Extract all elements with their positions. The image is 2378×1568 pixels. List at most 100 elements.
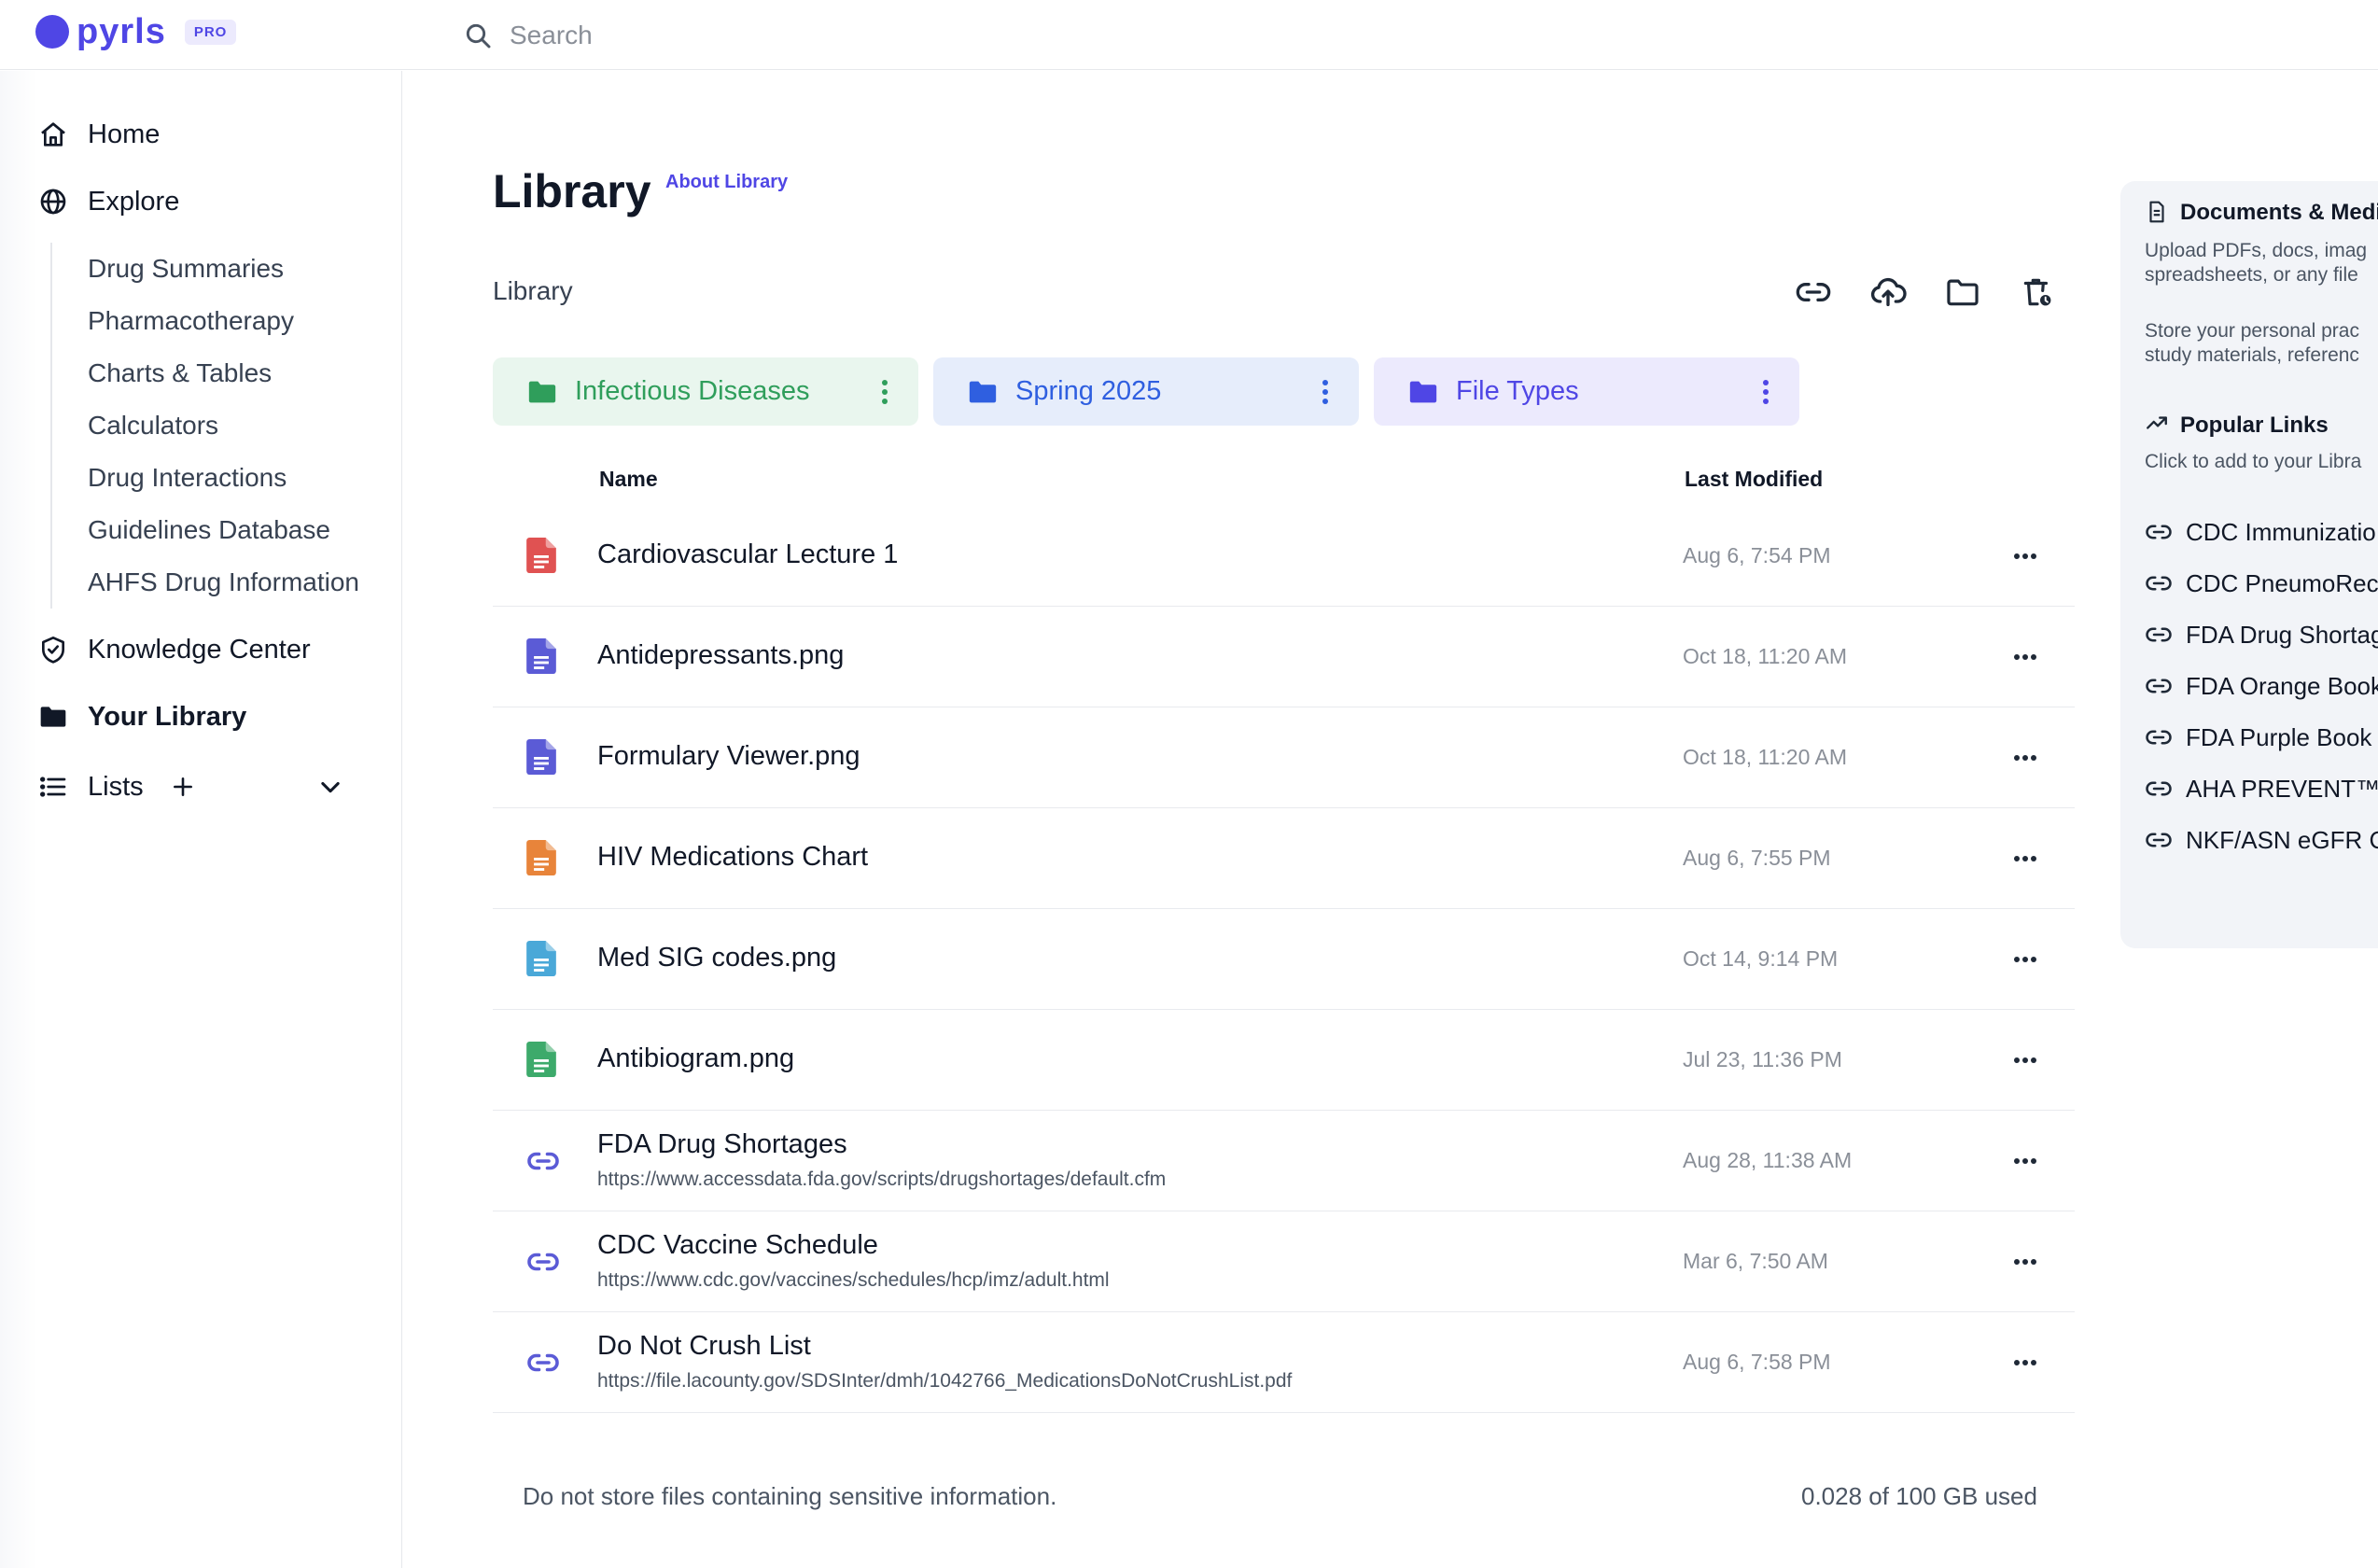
column-header-name[interactable]: Name: [599, 467, 658, 492]
breadcrumb[interactable]: Library: [493, 276, 573, 306]
item-more-button[interactable]: [2005, 536, 2046, 577]
table-row[interactable]: Cardiovascular Lecture 1 Aug 6, 7:54 PM: [493, 506, 2075, 607]
trending-up-icon: [2143, 411, 2171, 435]
more-horizontal-icon: [2014, 1259, 2036, 1265]
item-name[interactable]: HIV Medications Chart: [597, 842, 868, 873]
about-library-link[interactable]: About Library: [665, 172, 788, 193]
table-row[interactable]: HIV Medications Chart Aug 6, 7:55 PM: [493, 808, 2075, 909]
library-info-panel: Documents & Medi Upload PDFs, docs, imag…: [2120, 181, 2378, 948]
link-icon: [526, 1144, 560, 1178]
kebab-icon: [1322, 379, 1328, 404]
folder-options-button[interactable]: [1316, 373, 1335, 411]
popular-link-item[interactable]: CDC PneumoRec: [2145, 565, 2378, 602]
upload-button[interactable]: [1867, 271, 1909, 314]
item-last-modified: Oct 18, 11:20 AM: [1683, 745, 1848, 769]
folder-card[interactable]: File Types: [1374, 357, 1799, 426]
more-horizontal-icon: [2014, 654, 2036, 660]
item-name[interactable]: FDA Drug Shortages: [597, 1129, 847, 1160]
table-row[interactable]: Antidepressants.png Oct 18, 11:20 AM: [493, 607, 2075, 707]
more-horizontal-icon: [2014, 755, 2036, 761]
popular-links-title: Popular Links: [2180, 413, 2329, 438]
logo-mark-icon: [35, 15, 69, 49]
item-name[interactable]: CDC Vaccine Schedule: [597, 1230, 878, 1261]
sidebar-item-knowledge-center[interactable]: Knowledge Center: [37, 629, 311, 670]
popular-link-item[interactable]: CDC Immunizatio: [2145, 513, 2376, 551]
item-name[interactable]: Do Not Crush List: [597, 1331, 811, 1362]
subnav-item-charts-tables[interactable]: Charts & Tables: [52, 347, 359, 399]
popular-links-subtitle: Click to add to your Libra: [2145, 451, 2362, 472]
popular-link-item[interactable]: AHA PREVENT™ C: [2145, 770, 2378, 807]
folder-icon: [1947, 279, 1979, 306]
cloud-upload-icon: [1870, 277, 1907, 306]
sidebar-item-lists[interactable]: Lists: [37, 766, 144, 807]
folder-icon: [528, 381, 556, 402]
item-more-button[interactable]: [2005, 1241, 2046, 1282]
popular-link-item[interactable]: NKF/ASN eGFR C: [2145, 821, 2378, 859]
new-folder-button[interactable]: [1941, 271, 1984, 314]
table-row[interactable]: Antibiogram.png Jul 23, 11:36 PM: [493, 1010, 2075, 1111]
documents-panel-text: study materials, referenc: [2145, 344, 2359, 366]
subnav-item-drug-interactions[interactable]: Drug Interactions: [52, 452, 359, 504]
item-name[interactable]: Formulary Viewer.png: [597, 741, 860, 772]
subnav-item-pharmacotherapy[interactable]: Pharmacotherapy: [52, 295, 359, 347]
item-more-button[interactable]: [2005, 1342, 2046, 1383]
popular-link-item[interactable]: FDA Orange Book: [2145, 667, 2378, 705]
folder-card[interactable]: Infectious Diseases: [493, 357, 918, 426]
add-list-button[interactable]: [166, 770, 200, 804]
sidebar-item-home[interactable]: Home: [37, 114, 160, 155]
folder-options-button[interactable]: [1756, 373, 1775, 411]
table-row[interactable]: Med SIG codes.png Oct 14, 9:14 PM: [493, 909, 2075, 1010]
folder-card[interactable]: Spring 2025: [933, 357, 1359, 426]
search-input[interactable]: [510, 13, 1350, 58]
item-more-button[interactable]: [2005, 939, 2046, 980]
item-more-button[interactable]: [2005, 637, 2046, 678]
list-icon: [37, 771, 69, 803]
sidebar-item-label: Home: [88, 119, 161, 149]
more-horizontal-icon: [2014, 957, 2036, 962]
item-url: https://www.cdc.gov/vaccines/schedules/h…: [597, 1269, 1110, 1291]
more-horizontal-icon: [2014, 553, 2036, 559]
brand-logo[interactable]: pyrls PRO: [35, 14, 237, 49]
item-more-button[interactable]: [2005, 838, 2046, 879]
item-name[interactable]: Cardiovascular Lecture 1: [597, 539, 898, 570]
table-row[interactable]: Formulary Viewer.png Oct 18, 11:20 AM: [493, 707, 2075, 808]
popular-link-item[interactable]: FDA Purple Book: [2145, 719, 2371, 756]
item-more-button[interactable]: [2005, 1141, 2046, 1182]
item-name[interactable]: Med SIG codes.png: [597, 943, 836, 973]
item-more-button[interactable]: [2005, 737, 2046, 778]
recently-deleted-button[interactable]: [2016, 271, 2059, 314]
popular-link-label: CDC PneumoRec: [2186, 568, 2378, 597]
item-last-modified: Aug 6, 7:54 PM: [1683, 543, 1831, 567]
subnav-item-guidelines-database[interactable]: Guidelines Database: [52, 504, 359, 556]
item-name[interactable]: Antibiogram.png: [597, 1043, 794, 1074]
link-icon: [2146, 833, 2172, 847]
subnav-item-calculators[interactable]: Calculators: [52, 399, 359, 452]
link-icon: [2146, 679, 2172, 693]
folder-icon: [969, 381, 997, 402]
item-url: https://file.lacounty.gov/SDSInter/dmh/1…: [597, 1370, 1293, 1392]
folder-icon: [1409, 381, 1437, 402]
documents-panel-text: spreadsheets, or any file: [2145, 264, 2358, 286]
item-name[interactable]: Antidepressants.png: [597, 640, 844, 671]
table-row[interactable]: FDA Drug Shortages https://www.accessdata…: [493, 1111, 2075, 1211]
shield-check-icon: [37, 634, 69, 665]
table-row[interactable]: Do Not Crush List https://file.lacounty.g…: [493, 1312, 2075, 1413]
sidebar-item-explore[interactable]: Explore: [37, 181, 179, 222]
trash-clock-icon: [2023, 278, 2053, 308]
popular-link-item[interactable]: FDA Drug Shortag: [2145, 616, 2378, 653]
add-link-button[interactable]: [1792, 271, 1835, 314]
more-horizontal-icon: [2014, 856, 2036, 861]
subnav-item-ahfs-drug-information[interactable]: AHFS Drug Information: [52, 556, 359, 609]
table-row[interactable]: CDC Vaccine Schedule https://www.cdc.gov/…: [493, 1211, 2075, 1312]
storage-usage: 0.028 of 100 GB used: [1801, 1482, 2037, 1510]
column-header-last-modified[interactable]: Last Modified: [1685, 467, 1823, 492]
sidebar-item-your-library[interactable]: Your Library: [37, 696, 246, 737]
folder-options-button[interactable]: [875, 373, 894, 411]
item-more-button[interactable]: [2005, 1040, 2046, 1081]
kebab-icon: [1763, 379, 1769, 404]
document-icon: [2145, 200, 2169, 224]
subnav-item-drug-summaries[interactable]: Drug Summaries: [52, 243, 359, 295]
link-icon: [2146, 627, 2172, 642]
lists-expand-button[interactable]: [312, 770, 349, 804]
sidebar-item-label: Knowledge Center: [88, 634, 311, 665]
